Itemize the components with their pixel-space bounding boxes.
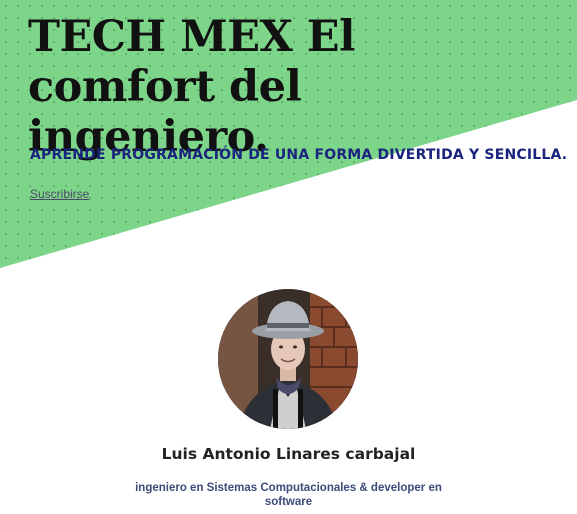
author-avatar [218,289,358,429]
author-bio: ingeniero en Sistemas Computacionales & … [135,482,442,508]
author-name: Luis Antonio Linares carbajal [161,445,416,463]
subscribe-link[interactable]: Suscribirse [30,187,89,201]
hero-title: TECH MEX El comfort del ingeniero. [28,12,355,162]
author-photo-icon [218,289,358,429]
hero-subtitle: APRENDE PROGRAMACIÓN DE UNA FORMA DIVERT… [30,147,568,163]
